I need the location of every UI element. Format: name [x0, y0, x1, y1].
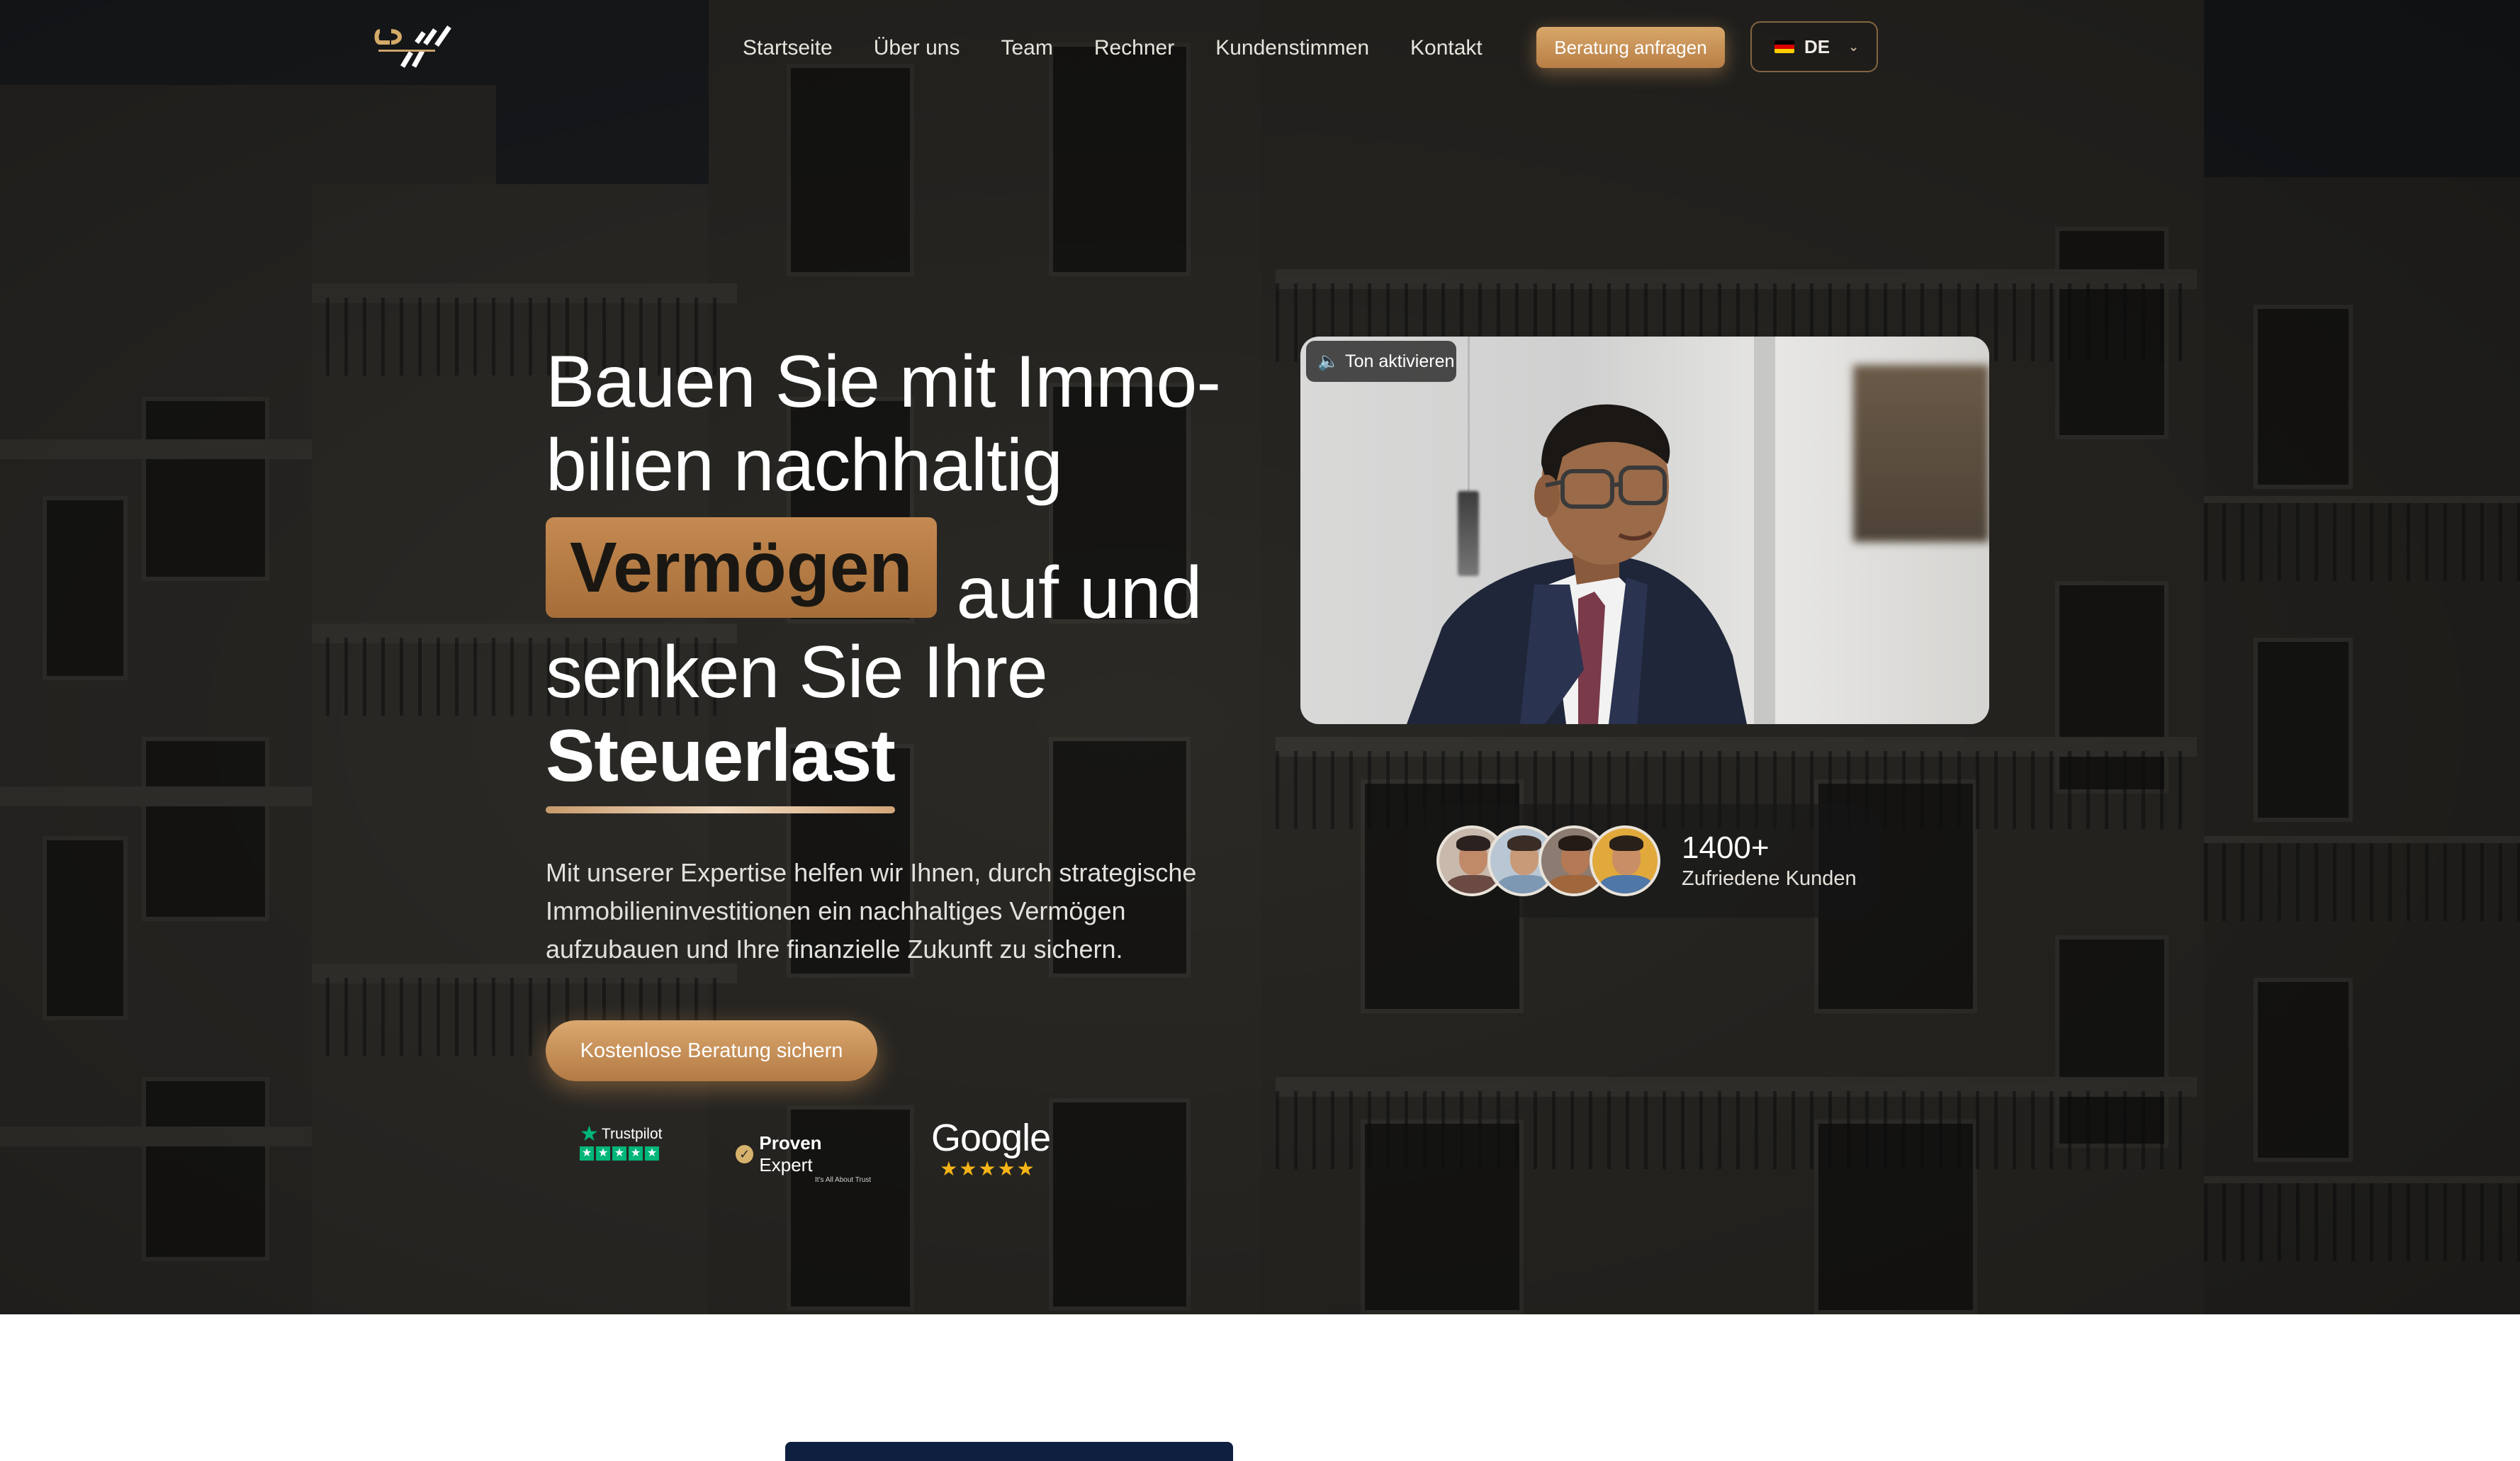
- customer-avatars: [1436, 825, 1660, 896]
- top-navigation: Startseite Über uns Team Rechner Kundens…: [0, 0, 2520, 96]
- star-icon: ★: [645, 1146, 659, 1161]
- trustpilot-name: Trustpilot: [601, 1126, 663, 1142]
- avatar-hair: [1456, 835, 1490, 851]
- hero-headline: Bauen Sie mit Immo- bilien nachhaltig Ve…: [546, 340, 1254, 813]
- nav-item-ueber-uns[interactable]: Über uns: [874, 31, 960, 65]
- customer-count: 1400+: [1682, 830, 1770, 865]
- customer-label: Zufriedene Kunden: [1682, 867, 1857, 890]
- star-icon: ★: [612, 1146, 626, 1161]
- chevron-down-icon: ⌄: [1848, 39, 1860, 54]
- avatar-body: [1599, 875, 1653, 893]
- customer-stats: 1400+ Zufriedene Kunden: [1682, 830, 1857, 891]
- star-icon: ★: [596, 1146, 610, 1161]
- avatar: [1590, 825, 1660, 896]
- headline-underline: [546, 806, 895, 813]
- speaker-icon: 🔈: [1317, 351, 1340, 371]
- provenexpert-name-regular: Expert: [759, 1154, 813, 1175]
- trustpilot-name-row: ★ Trustpilot: [580, 1122, 665, 1146]
- star-icon: ★: [629, 1146, 643, 1161]
- provenexpert-badge[interactable]: ✓ Proven Expert It's All About Trust: [736, 1132, 877, 1184]
- headline-line-4: senken Sie Ihre: [546, 631, 1048, 713]
- google-badge[interactable]: Google ★★★★★: [931, 1117, 1051, 1180]
- company-logo[interactable]: [374, 24, 471, 78]
- happy-customers-badge: 1400+ Zufriedene Kunden: [1407, 804, 1881, 918]
- headline-bold-word: Steuerlast: [546, 714, 896, 813]
- avatar-hair: [1609, 835, 1643, 851]
- next-section-card: [785, 1442, 1233, 1461]
- nav-item-kontakt[interactable]: Kontakt: [1410, 31, 1483, 65]
- unmute-label: Ton aktivieren: [1345, 351, 1455, 371]
- consultation-request-button[interactable]: Beratung anfragen: [1536, 27, 1725, 68]
- hero-subtitle: Mit unserer Expertise helfen wir Ihnen, …: [546, 858, 1197, 964]
- language-selector[interactable]: DE ⌄: [1750, 21, 1878, 72]
- headline-line-3: Vermögen auf und: [546, 517, 1254, 634]
- trustpilot-rating: ★ ★ ★ ★ ★: [580, 1146, 665, 1161]
- main-menu: Startseite Über uns Team Rechner Kundens…: [743, 31, 1483, 65]
- hero-background: [0, 0, 2520, 1314]
- headline-line-3-rest: auf und: [956, 552, 1203, 634]
- language-code: DE: [1804, 35, 1830, 57]
- headline-line-5: Steuerlast: [546, 714, 1254, 813]
- intro-video[interactable]: 🔈 Ton aktivieren: [1300, 337, 1989, 724]
- nav-item-rechner[interactable]: Rechner: [1094, 31, 1174, 65]
- free-consultation-button[interactable]: Kostenlose Beratung sichern: [546, 1020, 877, 1081]
- speaker-portrait: [1407, 404, 1747, 724]
- provenexpert-name-bold: Proven: [759, 1132, 822, 1153]
- logo-mark: [374, 26, 451, 68]
- trustpilot-badge[interactable]: ★ Trustpilot ★ ★ ★ ★ ★: [580, 1122, 665, 1161]
- google-rating-stars: ★★★★★: [940, 1158, 1036, 1180]
- provenexpert-tagline: It's All About Trust: [815, 1176, 872, 1184]
- headline-line-1: Bauen Sie mit Immo-: [546, 341, 1221, 423]
- headline-highlight: Vermögen: [546, 517, 937, 618]
- avatar-hair: [1507, 835, 1541, 851]
- germany-flag-icon: [1774, 40, 1794, 53]
- headline-bold-text: Steuerlast: [546, 715, 896, 797]
- nav-item-kundenstimmen[interactable]: Kundenstimmen: [1215, 31, 1369, 65]
- google-name: Google: [931, 1117, 1051, 1159]
- avatar-hair: [1558, 835, 1592, 851]
- headline-line-2: bilien nachhaltig: [546, 424, 1063, 507]
- wall-picture: [1853, 365, 1989, 542]
- hero-overlay: [0, 0, 2520, 1314]
- star-icon: ★: [580, 1146, 594, 1161]
- nav-item-startseite[interactable]: Startseite: [743, 31, 833, 65]
- review-badges: ★ Trustpilot ★ ★ ★ ★ ★ ✓ Proven Expert I…: [573, 1117, 1069, 1188]
- checkmark-icon: ✓: [736, 1145, 754, 1163]
- trustpilot-star-icon: ★: [580, 1122, 599, 1146]
- nav-item-team[interactable]: Team: [1001, 31, 1052, 65]
- provenexpert-name-row: ✓ Proven Expert: [736, 1132, 877, 1176]
- unmute-button[interactable]: 🔈 Ton aktivieren: [1306, 341, 1456, 382]
